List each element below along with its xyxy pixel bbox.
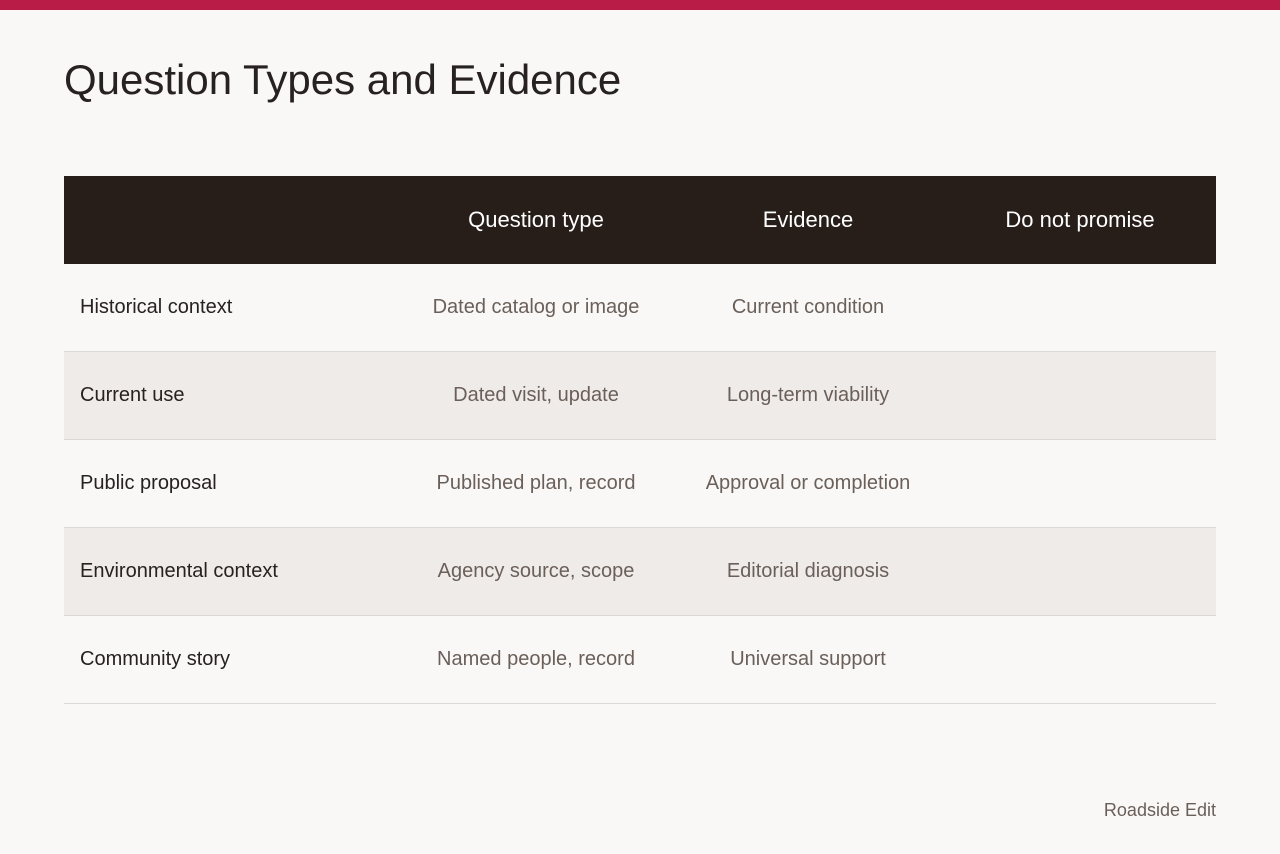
row-label: Community story [80,648,231,670]
row-label: Historical context [80,296,233,318]
column-header-question-type: Question type [468,207,604,232]
column-header-do-not-promise: Do not promise [1005,207,1155,232]
question-type-cell: Agency source, scope [437,560,635,582]
question-type-cell: Dated catalog or image [432,296,640,318]
evidence-cell: Current condition [731,296,885,318]
question-type-cell: Named people, record [437,648,635,670]
question-type-cell: Dated visit, update [453,384,619,406]
question-type-cell: Published plan, record [436,472,636,494]
table-row: Environmental context Agency source, sco… [64,528,1216,616]
evidence-cell: Approval or completion [705,472,911,494]
footer-credit: Roadside Edit [1103,800,1216,820]
evidence-table: Question type Evidence Do not promise Hi… [64,176,1216,704]
table-row: Public proposal Published plan, record A… [64,440,1216,528]
evidence-cell: Long-term viability [726,384,890,406]
evidence-cell: Universal support [730,648,886,670]
row-label: Current use [80,384,185,406]
page-title: Question Types and Evidence [64,56,622,103]
table-row: Historical context Dated catalog or imag… [64,264,1216,352]
accent-bar [0,0,1280,10]
table-header: Question type Evidence Do not promise [64,176,1216,264]
row-label: Public proposal [80,472,217,494]
table-row: Community story Named people, record Uni… [64,616,1216,704]
evidence-cell: Editorial diagnosis [726,560,890,582]
column-header-evidence: Evidence [762,207,854,232]
row-label: Environmental context [80,560,278,582]
table-row: Current use Dated visit, update Long-ter… [64,352,1216,440]
